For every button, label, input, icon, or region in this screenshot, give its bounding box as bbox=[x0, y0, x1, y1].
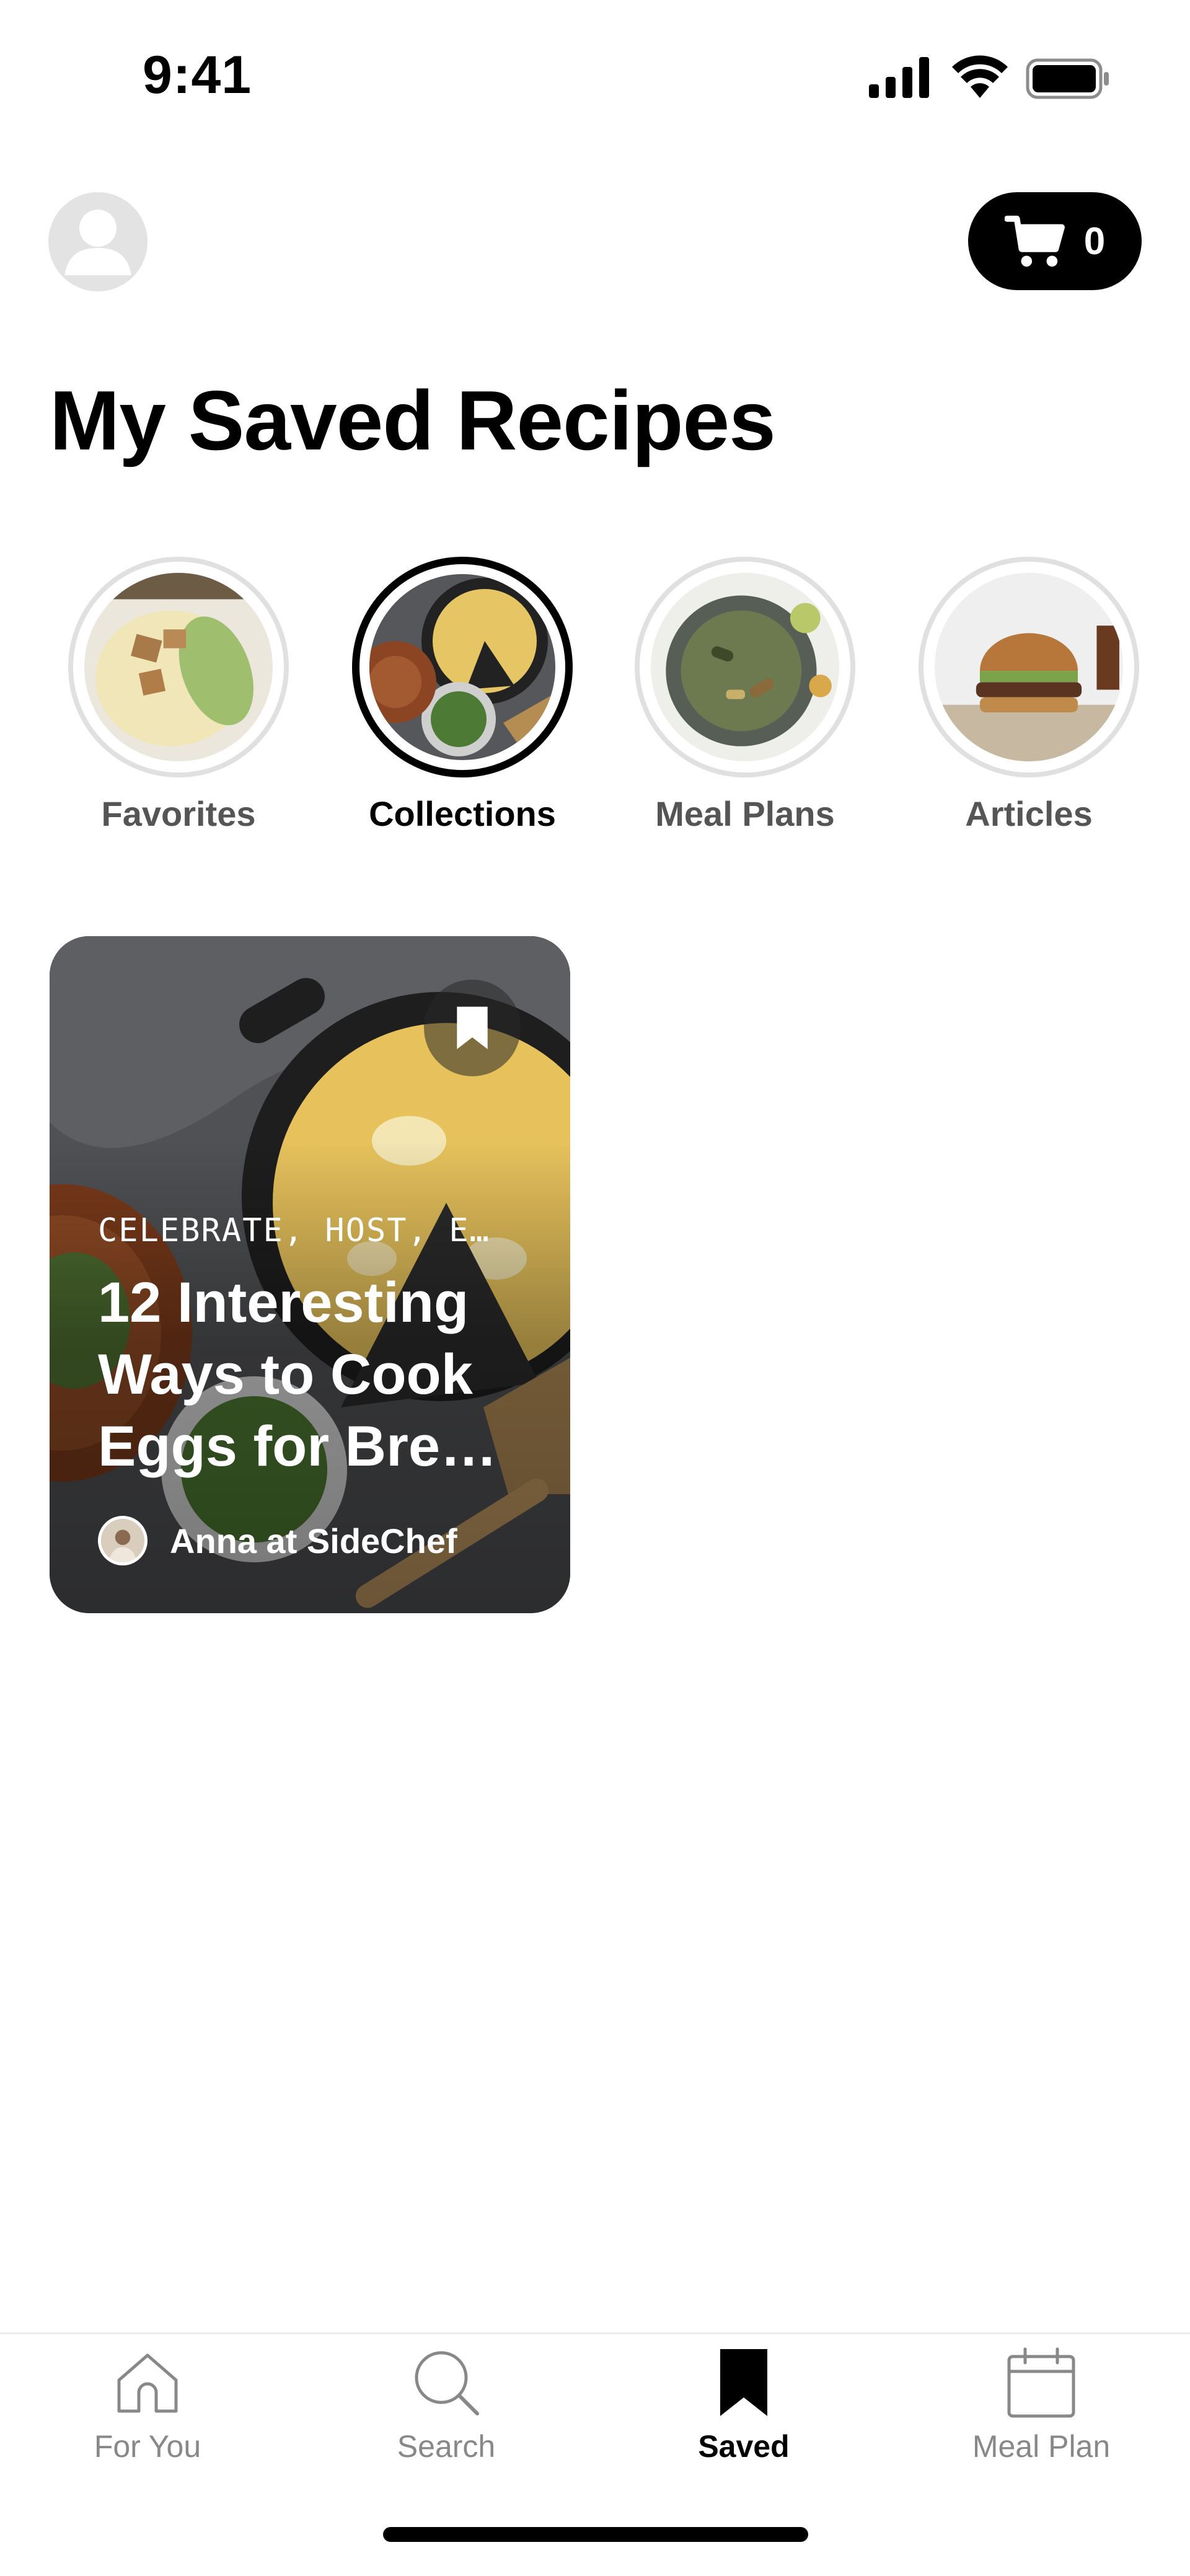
articles-thumbnail bbox=[935, 573, 1123, 761]
status-bar: 9:41 bbox=[0, 0, 1190, 143]
category-collections[interactable]: Collections bbox=[351, 557, 574, 834]
category-articles[interactable]: Articles bbox=[917, 557, 1140, 834]
cellular-signal-icon bbox=[869, 57, 929, 98]
collection-card[interactable]: CELEBRATE, HOST, E… 12 Interesting Ways … bbox=[50, 936, 570, 1613]
tab-saved[interactable]: Saved bbox=[632, 2345, 855, 2464]
card-title: 12 Interesting Ways to Cook Eggs for Bre… bbox=[98, 1271, 498, 1478]
bookmark-button[interactable] bbox=[424, 980, 521, 1076]
home-indicator bbox=[383, 2527, 808, 2542]
category-label: Articles bbox=[965, 794, 1093, 833]
calendar-icon bbox=[1007, 2347, 1075, 2418]
author-avatar bbox=[98, 1516, 148, 1565]
profile-avatar-button[interactable] bbox=[48, 192, 148, 291]
category-label: Collections bbox=[369, 794, 556, 833]
battery-icon bbox=[1026, 58, 1109, 99]
tab-label: Saved bbox=[698, 2429, 790, 2464]
category-label: Meal Plans bbox=[655, 794, 835, 833]
favorites-thumbnail bbox=[84, 573, 273, 761]
page-title: My Saved Recipes bbox=[50, 373, 776, 467]
card-author: Anna at SideChef bbox=[98, 1516, 457, 1565]
tab-meal-plan[interactable]: Meal Plan bbox=[930, 2345, 1153, 2464]
tab-for-you[interactable]: For You bbox=[36, 2345, 259, 2464]
category-favorites[interactable]: Favorites bbox=[67, 557, 290, 834]
cart-button[interactable]: 0 bbox=[968, 192, 1142, 290]
tab-label: For You bbox=[94, 2429, 201, 2464]
tab-search[interactable]: Search bbox=[335, 2345, 558, 2464]
cart-count: 0 bbox=[1083, 219, 1106, 263]
status-time: 9:41 bbox=[143, 45, 252, 105]
meal-plans-thumbnail bbox=[651, 573, 839, 761]
bookmark-filled-icon bbox=[457, 1006, 488, 1050]
category-meal-plans[interactable]: Meal Plans bbox=[633, 557, 857, 834]
bookmark-icon bbox=[720, 2349, 767, 2416]
author-name: Anna at SideChef bbox=[170, 1521, 457, 1560]
card-tags: CELEBRATE, HOST, E… bbox=[98, 1212, 490, 1249]
category-label: Favorites bbox=[101, 794, 256, 833]
collections-thumbnail bbox=[369, 574, 555, 760]
search-icon bbox=[415, 2351, 479, 2415]
card-text: CELEBRATE, HOST, E… 12 Interesting Ways … bbox=[98, 1212, 544, 1482]
tab-label: Search bbox=[397, 2429, 496, 2464]
tab-label: Meal Plan bbox=[972, 2429, 1111, 2464]
cart-icon bbox=[1004, 215, 1065, 267]
user-icon bbox=[64, 210, 131, 275]
home-icon bbox=[117, 2353, 178, 2413]
wifi-icon bbox=[952, 55, 1008, 98]
